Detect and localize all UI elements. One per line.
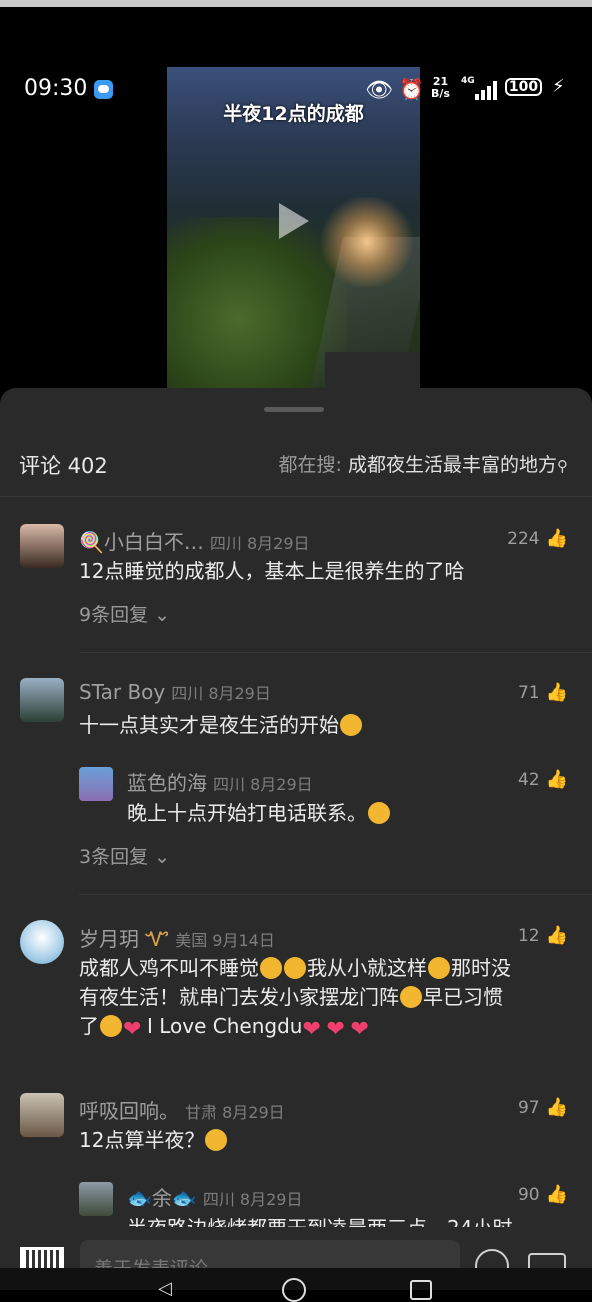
comment-text: 成都人鸡不叫不睡觉 我从小就这样 那时没 有夜生活！就串门去发小家摆龙门阵 早已习惯 … <box>79 956 511 1042</box>
thumb-up-icon: 👍 <box>545 769 568 790</box>
thumb-up-icon: 👍 <box>545 1097 568 1118</box>
status-bar: 09:30 👁 ⏰ 21 B/s 4G 100 ⚡ <box>0 74 592 104</box>
like-button[interactable]: 97 👍 <box>518 1097 568 1118</box>
like-button[interactable]: 224 👍 <box>507 528 568 549</box>
reply-like-button[interactable]: 90 👍 <box>518 1184 568 1205</box>
username: STar Boy <box>79 680 166 704</box>
thinking-emoji-icon <box>284 957 306 979</box>
reply-username[interactable]: 🐟余🐟 <box>127 1186 197 1210</box>
comments-header: 评论 402 都在搜: 成都夜生活最丰富的地方⚲ <box>0 444 592 484</box>
play-icon[interactable] <box>279 203 309 239</box>
heart-icon: ❤ <box>123 1017 142 1042</box>
system-nav-bar: ◁ <box>0 1268 592 1302</box>
avatar[interactable] <box>20 678 64 722</box>
thumb-up-icon: 👍 <box>545 528 568 549</box>
view-replies-button[interactable]: 3条回复 ⌄ <box>79 842 170 869</box>
sweat-emoji-icon <box>368 802 390 824</box>
username: 🍭小白白不… <box>79 530 204 554</box>
recents-icon[interactable] <box>410 1280 432 1300</box>
charging-icon: ⚡ <box>552 76 565 97</box>
like-button[interactable]: 71 👍 <box>518 682 568 703</box>
reply-avatar[interactable] <box>79 1182 113 1216</box>
comment-text: 12点睡觉的成都人，基本上是很养生的了哈 <box>79 559 465 583</box>
thumb-up-icon: 👍 <box>545 925 568 946</box>
search-icon: ⚲ <box>557 457 568 475</box>
eye-icon: 👁 <box>365 78 393 103</box>
grin-emoji-icon <box>428 957 450 979</box>
search-suggestion[interactable]: 都在搜: 成都夜生活最丰富的地方⚲ <box>279 450 568 477</box>
reply-text: 晚上十点开始打电话联系。 <box>127 799 391 828</box>
like-button[interactable]: 12 👍 <box>518 925 568 946</box>
thinking-emoji-icon <box>400 986 422 1008</box>
home-icon[interactable] <box>282 1278 306 1302</box>
back-icon[interactable]: ◁ <box>158 1278 172 1299</box>
username: 岁月玥 <box>79 927 139 951</box>
net-speed: 21 B/s <box>431 75 450 100</box>
wink-emoji-icon <box>260 957 282 979</box>
comment-count: 评论 402 <box>19 454 108 478</box>
thumb-up-icon: 👍 <box>545 1184 568 1205</box>
reply-text: 半夜路边烧烤都要干到凌晨两三点，24小时 <box>127 1214 572 1227</box>
comment-text: 12点算半夜？ <box>79 1126 228 1155</box>
alarm-icon: ⏰ <box>399 77 424 101</box>
view-replies-button[interactable]: 9条回复 ⌄ <box>79 600 170 627</box>
top-edge <box>0 0 592 7</box>
clock: 09:30 <box>24 76 88 101</box>
laugh-cry-emoji-icon <box>205 1129 228 1151</box>
reply-like-button[interactable]: 42 👍 <box>518 769 568 790</box>
avatar[interactable] <box>20 524 64 568</box>
heart-icon: ❤ <box>350 1017 369 1042</box>
avatar[interactable] <box>20 920 64 964</box>
heart-icon: ❤ <box>326 1017 345 1042</box>
cat-emoji-icon <box>340 714 362 736</box>
username: 呼吸回响。 <box>79 1099 179 1123</box>
message-icon <box>94 80 113 99</box>
video-player[interactable]: 半夜12点的成都 <box>167 67 420 388</box>
battery-icon: 100 <box>505 78 542 96</box>
reply-username: 蓝色的海 <box>127 771 207 795</box>
drag-handle[interactable] <box>264 407 324 412</box>
thumb-up-icon: 👍 <box>545 682 568 703</box>
divider <box>79 894 592 895</box>
divider <box>79 652 592 653</box>
comment-text: 十一点其实才是夜生活的开始 <box>79 711 363 740</box>
heart-icon: ❤ <box>302 1017 321 1042</box>
divider <box>0 496 592 497</box>
signal-icon: 4G <box>461 76 497 100</box>
grin-emoji-icon <box>100 1015 122 1037</box>
reply-avatar[interactable] <box>79 767 113 801</box>
avatar[interactable] <box>20 1093 64 1137</box>
